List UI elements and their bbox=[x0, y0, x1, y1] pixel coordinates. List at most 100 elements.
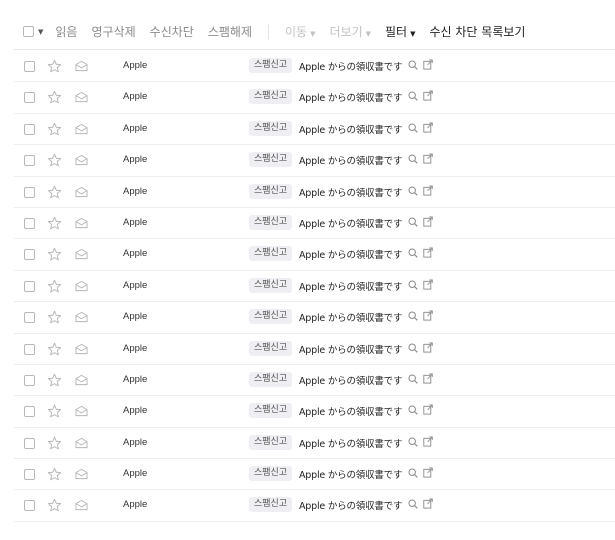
spam-report-tag[interactable]: 스팸신고 bbox=[249, 497, 293, 513]
mail-row[interactable]: Apple 스팸신고 Apple からの領収書です bbox=[14, 428, 615, 460]
more-dropdown[interactable]: 더보기 ▼ bbox=[329, 23, 371, 40]
select-all-checkbox[interactable] bbox=[23, 26, 34, 37]
open-new-window-icon[interactable] bbox=[423, 59, 433, 70]
search-icon[interactable] bbox=[408, 154, 418, 164]
envelope-open-icon[interactable] bbox=[75, 468, 88, 480]
search-icon[interactable] bbox=[408, 499, 418, 510]
mail-checkbox[interactable] bbox=[24, 61, 35, 72]
mail-row[interactable]: Apple 스팸신고 Apple からの領収書です bbox=[14, 396, 615, 428]
mail-row[interactable]: Apple 스팸신고 Apple からの領収書です bbox=[14, 459, 615, 491]
mail-subject[interactable]: Apple からの領収書です bbox=[299, 153, 402, 167]
block-sender-button[interactable]: 수신차단 bbox=[150, 23, 194, 40]
search-icon[interactable] bbox=[408, 468, 418, 478]
open-new-window-icon[interactable] bbox=[423, 373, 433, 384]
mail-subject[interactable]: Apple からの領収書です bbox=[299, 498, 402, 512]
envelope-open-icon[interactable] bbox=[75, 499, 88, 511]
mail-row[interactable]: Apple 스팸신고 Apple からの領収書です bbox=[14, 51, 615, 83]
search-icon[interactable] bbox=[408, 280, 418, 290]
open-new-window-icon[interactable] bbox=[423, 310, 433, 321]
mail-row[interactable]: Apple 스팸신고 Apple からの領収書です bbox=[14, 271, 615, 303]
mail-row[interactable]: Apple 스팸신고 Apple からの領収書です bbox=[14, 177, 615, 208]
star-icon[interactable] bbox=[47, 279, 62, 294]
envelope-open-icon[interactable] bbox=[75, 405, 88, 417]
search-icon[interactable] bbox=[408, 186, 418, 196]
spam-report-tag[interactable]: 스팸신고 bbox=[249, 246, 293, 262]
spam-report-tag[interactable]: 스팸신고 bbox=[249, 340, 293, 356]
mail-checkbox[interactable] bbox=[24, 123, 35, 135]
mail-subject[interactable]: Apple からの領収書です bbox=[299, 90, 402, 104]
read-button[interactable]: 읽음 bbox=[55, 23, 77, 40]
mail-subject[interactable]: Apple からの領収書です bbox=[299, 436, 402, 450]
spam-report-tag[interactable]: 스팸신고 bbox=[249, 120, 293, 136]
search-icon[interactable] bbox=[408, 311, 418, 321]
mail-row[interactable]: Apple 스팸신고 Apple からの領収書です bbox=[14, 114, 615, 146]
mail-subject[interactable]: Apple からの領収書です bbox=[299, 59, 402, 73]
envelope-open-icon[interactable] bbox=[75, 91, 88, 103]
spam-report-tag[interactable]: 스팸신고 bbox=[249, 466, 293, 482]
envelope-open-icon[interactable] bbox=[75, 311, 88, 323]
star-icon[interactable] bbox=[47, 247, 62, 262]
mail-subject[interactable]: Apple からの領収書です bbox=[299, 279, 402, 293]
mail-row[interactable]: Apple 스팸신고 Apple からの領収書です bbox=[14, 145, 615, 177]
open-new-window-icon[interactable] bbox=[423, 122, 433, 133]
envelope-open-icon[interactable] bbox=[75, 186, 88, 198]
open-new-window-icon[interactable] bbox=[423, 279, 433, 290]
envelope-open-icon[interactable] bbox=[75, 217, 88, 229]
spam-report-tag[interactable]: 스팸신고 bbox=[249, 309, 293, 325]
spam-report-tag[interactable]: 스팸신고 bbox=[249, 214, 293, 230]
mail-row[interactable]: Apple 스팸신고 Apple からの領収書です bbox=[14, 239, 615, 271]
search-icon[interactable] bbox=[408, 343, 418, 353]
mail-checkbox[interactable] bbox=[24, 217, 35, 229]
block-list-link[interactable]: 수신 차단 목록보기 bbox=[429, 23, 525, 40]
envelope-open-icon[interactable] bbox=[75, 343, 88, 355]
envelope-open-icon[interactable] bbox=[75, 374, 88, 386]
mail-subject[interactable]: Apple からの領収書です bbox=[299, 373, 402, 387]
search-icon[interactable] bbox=[408, 217, 418, 227]
star-icon[interactable] bbox=[47, 216, 62, 231]
delete-permanent-button[interactable]: 영구삭제 bbox=[91, 23, 135, 40]
open-new-window-icon[interactable] bbox=[423, 467, 433, 478]
search-icon[interactable] bbox=[408, 123, 418, 133]
envelope-open-icon[interactable] bbox=[75, 154, 88, 166]
star-icon[interactable] bbox=[47, 467, 62, 482]
mail-checkbox[interactable] bbox=[24, 312, 35, 324]
star-icon[interactable] bbox=[47, 59, 62, 74]
mail-checkbox[interactable] bbox=[24, 280, 35, 292]
open-new-window-icon[interactable] bbox=[423, 153, 433, 164]
mail-subject[interactable]: Apple からの領収書です bbox=[299, 247, 402, 261]
envelope-open-icon[interactable] bbox=[75, 248, 88, 260]
open-new-window-icon[interactable] bbox=[423, 404, 433, 415]
spam-report-tag[interactable]: 스팸신고 bbox=[249, 152, 293, 168]
spam-report-tag[interactable]: 스팸신고 bbox=[249, 58, 293, 73]
search-icon[interactable] bbox=[408, 374, 418, 384]
open-new-window-icon[interactable] bbox=[423, 90, 433, 101]
envelope-open-icon[interactable] bbox=[75, 437, 88, 449]
search-icon[interactable] bbox=[408, 248, 418, 259]
mail-checkbox[interactable] bbox=[24, 249, 35, 261]
search-icon[interactable] bbox=[408, 405, 418, 415]
envelope-open-icon[interactable] bbox=[75, 60, 88, 72]
mail-subject[interactable]: Apple からの領収書です bbox=[299, 122, 402, 136]
open-new-window-icon[interactable] bbox=[423, 436, 433, 447]
mail-checkbox[interactable] bbox=[24, 92, 35, 104]
mail-subject[interactable]: Apple からの領収書です bbox=[299, 342, 402, 356]
unspam-button[interactable]: 스팸해제 bbox=[208, 23, 252, 40]
select-all-dropdown[interactable]: ▼ bbox=[23, 26, 43, 37]
star-icon[interactable] bbox=[47, 153, 62, 168]
mail-checkbox[interactable] bbox=[24, 437, 35, 449]
mail-checkbox[interactable] bbox=[24, 186, 35, 198]
star-icon[interactable] bbox=[47, 185, 62, 200]
filter-dropdown[interactable]: 필터 ▼ bbox=[385, 23, 415, 40]
spam-report-tag[interactable]: 스팸신고 bbox=[249, 403, 293, 419]
mail-row[interactable]: Apple 스팸신고 Apple からの領収書です bbox=[14, 82, 615, 114]
mail-subject[interactable]: Apple からの領収書です bbox=[299, 467, 402, 481]
spam-report-tag[interactable]: 스팸신고 bbox=[249, 183, 293, 199]
star-icon[interactable] bbox=[47, 90, 62, 105]
mail-row[interactable]: Apple 스팸신고 Apple からの領収書です bbox=[14, 208, 615, 240]
spam-report-tag[interactable]: 스팸신고 bbox=[249, 371, 293, 387]
star-icon[interactable] bbox=[47, 436, 62, 451]
spam-report-tag[interactable]: 스팸신고 bbox=[249, 277, 293, 293]
move-dropdown[interactable]: 이동 ▼ bbox=[285, 23, 315, 40]
star-icon[interactable] bbox=[47, 498, 62, 513]
star-icon[interactable] bbox=[47, 373, 62, 388]
